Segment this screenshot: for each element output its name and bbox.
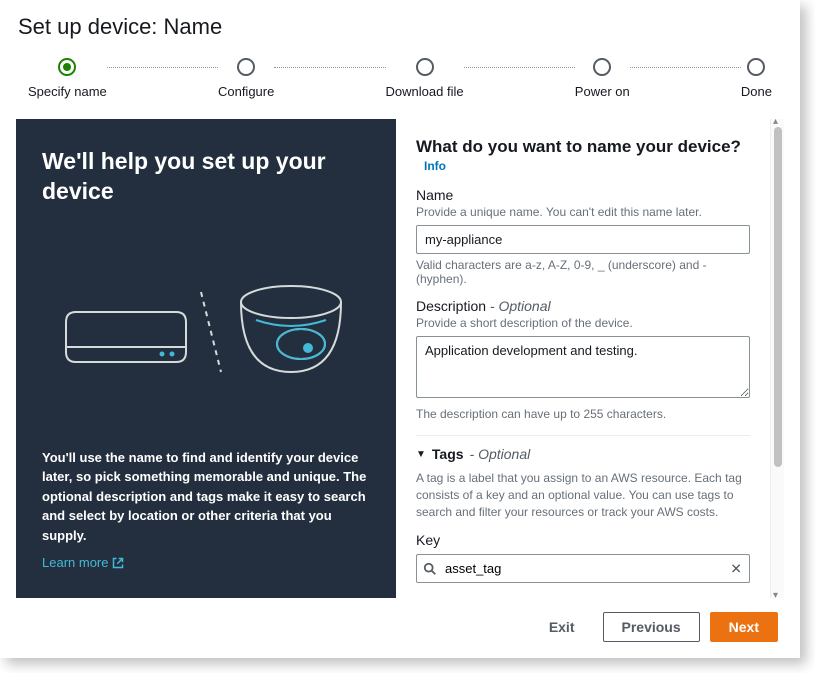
previous-button[interactable]: Previous [603,612,700,642]
description-footnote: The description can have up to 255 chara… [416,407,750,421]
info-title: We'll help you set up your device [42,147,370,207]
step-connector [630,67,741,69]
exit-button[interactable]: Exit [531,613,593,641]
learn-more-link[interactable]: Learn more [42,555,370,570]
scroll-down-icon[interactable]: ▾ [773,590,778,601]
step-connector [274,67,385,69]
description-hint: Provide a short description of the devic… [416,316,750,330]
key-input[interactable] [416,554,750,583]
stepper: Specify name Configure Download file Pow… [0,40,800,119]
name-field: Name Provide a unique name. You can't ed… [416,187,750,286]
scroll-up-icon[interactable]: ▴ [773,116,778,127]
name-label: Name [416,187,750,203]
form-wrap: What do you want to name your device? In… [396,119,784,598]
search-icon [423,562,437,576]
caret-down-icon: ▼ [416,449,426,460]
key-label: Key [416,532,750,548]
info-link[interactable]: Info [424,159,446,173]
scroll-thumb[interactable] [774,127,782,467]
step-done[interactable]: Done [741,58,772,99]
step-specify-name[interactable]: Specify name [28,58,107,99]
external-link-icon [112,557,124,569]
step-circle-icon [237,58,255,76]
name-footnote: Valid characters are a-z, A-Z, 0-9, _ (u… [416,258,750,286]
step-connector [464,67,575,69]
info-panel: We'll help you set up your device [16,119,396,598]
step-circle-icon [593,58,611,76]
step-circle-icon [58,58,76,76]
page-title: Set up device: Name [18,14,782,40]
step-connector [107,67,218,69]
tags-toggle[interactable]: ▼ Tags - Optional [416,446,750,462]
device-illustration [42,241,370,424]
scrollbar[interactable]: ▴ ▾ [770,119,784,598]
form-panel: What do you want to name your device? In… [396,119,770,598]
description-input[interactable] [416,336,750,398]
header: Set up device: Name [0,0,800,40]
step-circle-icon [747,58,765,76]
key-field: Key ✕ [416,532,750,583]
description-label: Description - Optional [416,298,750,314]
step-circle-icon [416,58,434,76]
step-power-on[interactable]: Power on [575,58,630,99]
body: We'll help you set up your device [0,119,800,598]
tags-description: A tag is a label that you assign to an A… [416,470,750,520]
next-button[interactable]: Next [710,612,778,642]
wizard-container: Set up device: Name Specify name Configu… [0,0,800,658]
info-description: You'll use the name to find and identify… [42,448,370,546]
footer: Exit Previous Next [0,598,800,658]
description-field: Description - Optional Provide a short d… [416,298,750,421]
name-hint: Provide a unique name. You can't edit th… [416,205,750,219]
divider [416,435,750,436]
step-configure[interactable]: Configure [218,58,274,99]
step-download-file[interactable]: Download file [386,58,464,99]
clear-icon[interactable]: ✕ [730,560,742,577]
form-heading: What do you want to name your device? [416,137,741,156]
name-input[interactable] [416,225,750,254]
